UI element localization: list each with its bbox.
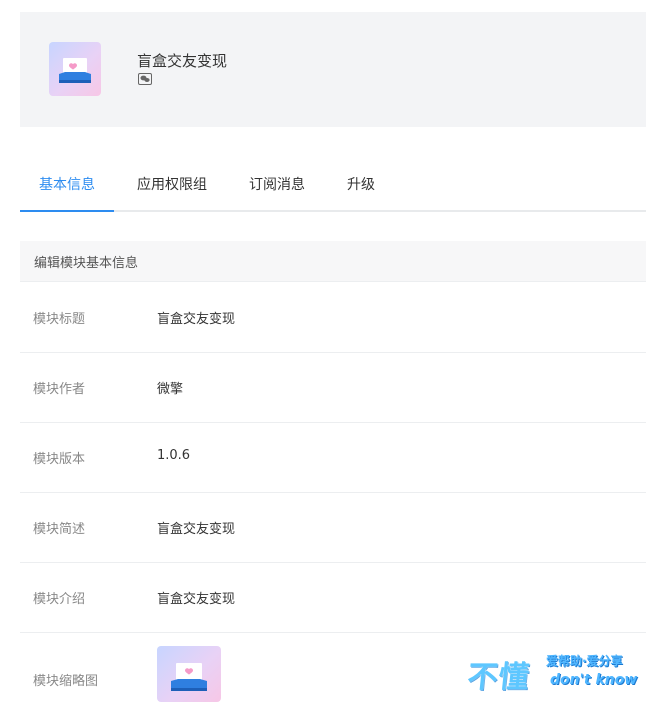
field-value: 盲盒交友变现: [157, 522, 236, 537]
field-label: 模块标题: [33, 312, 86, 327]
watermark-main-text: 不懂: [465, 660, 532, 695]
module-header-card: 盲盒交友变现: [20, 12, 646, 127]
watermark-slogan: 爱帮助·爱分享: [546, 654, 623, 668]
watermark-logo: 不懂 爱帮助·爱分享 don't know: [465, 650, 646, 700]
field-row-title: 模块标题 盲盒交友变现: [20, 282, 646, 353]
section-title: 编辑模块基本信息: [34, 256, 139, 271]
field-value: 盲盒交友变现: [157, 592, 236, 607]
tab-app-permissions[interactable]: 应用权限组: [137, 174, 207, 194]
wechat-icon: [138, 73, 152, 85]
module-thumbnail: [157, 646, 221, 702]
field-value: 1.0.6: [157, 448, 191, 463]
field-label: 模块作者: [33, 382, 86, 397]
tab-subscription-messages[interactable]: 订阅消息: [249, 174, 305, 194]
field-row-version: 模块版本 1.0.6: [20, 422, 646, 493]
watermark-english: don't know: [550, 672, 638, 688]
tab-basic-info[interactable]: 基本信息: [39, 174, 95, 194]
module-tabs: 基本信息 应用权限组 订阅消息 升级: [20, 166, 646, 212]
active-tab-indicator: [20, 210, 114, 212]
tab-upgrade[interactable]: 升级: [347, 174, 375, 194]
field-label: 模块介绍: [33, 592, 86, 607]
field-value: 微擎: [157, 382, 184, 397]
field-label: 模块缩略图: [33, 674, 99, 689]
field-row-author: 模块作者 微擎: [20, 352, 646, 423]
field-value: 盲盒交友变现: [157, 312, 236, 327]
section-header: 编辑模块基本信息: [20, 241, 646, 282]
field-row-summary: 模块简述 盲盒交友变现: [20, 492, 646, 563]
field-row-introduction: 模块介绍 盲盒交友变现: [20, 562, 646, 633]
field-label: 模块简述: [33, 522, 86, 537]
field-label: 模块版本: [33, 452, 86, 467]
module-title: 盲盒交友变现: [137, 52, 228, 70]
blind-box-icon: [49, 42, 101, 96]
